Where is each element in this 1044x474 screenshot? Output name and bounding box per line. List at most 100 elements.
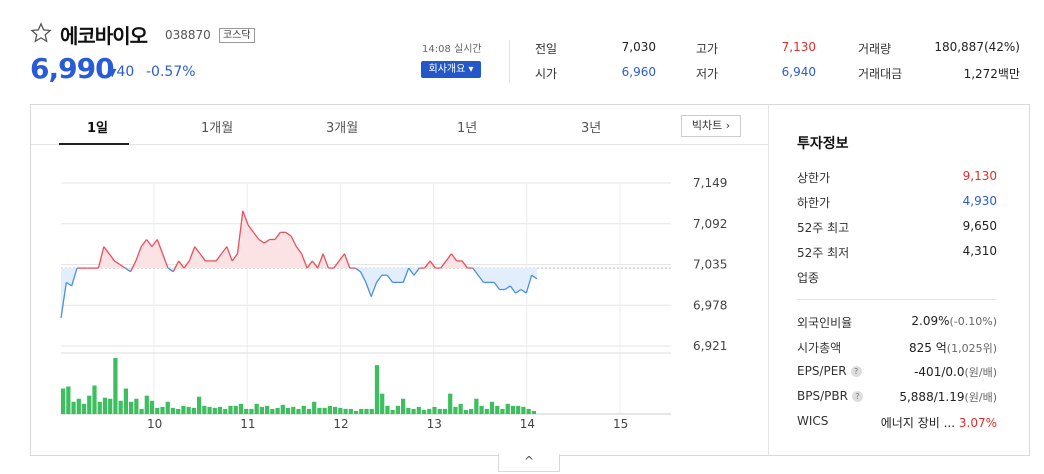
- tab-1day[interactable]: 1일: [87, 117, 108, 136]
- tab-3year[interactable]: 3년: [581, 117, 601, 136]
- volume-bar: [197, 396, 202, 414]
- volume-bar: [265, 405, 270, 414]
- volume-bar: [484, 408, 489, 414]
- low-52w-value: 4,310: [962, 244, 997, 258]
- low-value: 6,940: [781, 65, 816, 79]
- volume-bar: [244, 408, 249, 414]
- x-tick-label: 12: [333, 417, 348, 431]
- amount-label: 거래대금: [858, 67, 903, 81]
- volume-bar: [526, 408, 531, 414]
- upper-limit-label: 상한가: [797, 171, 831, 185]
- volume-bar: [155, 407, 160, 414]
- volume-bar: [71, 401, 76, 414]
- collapse-button[interactable]: ^: [498, 454, 560, 472]
- current-price: 6,990: [30, 52, 115, 85]
- volume-bar: [385, 405, 390, 414]
- big-chart-button[interactable]: 빅차트 ›: [681, 115, 741, 137]
- volume-bar: [369, 408, 374, 414]
- volume-bar: [170, 407, 176, 414]
- price-area-up: [61, 210, 537, 269]
- x-tick-label: 13: [427, 417, 442, 431]
- volume-bar: [123, 388, 128, 414]
- eps-per-row: EPS/PER? -401/0.0(원/배): [797, 364, 997, 389]
- low-52w-row: 52주 최저 4,310: [797, 244, 997, 269]
- volume-bar: [233, 405, 238, 414]
- volume-value: 180,887(42%): [934, 40, 1020, 54]
- upper-limit-value: 9,130: [962, 169, 997, 183]
- open-label: 시가: [535, 67, 558, 81]
- price-area-down: [61, 268, 537, 319]
- volume-bar: [421, 409, 427, 414]
- volume-bar: [453, 406, 458, 414]
- eps-per-unit: (원/배): [964, 366, 997, 379]
- volume-bar: [254, 403, 259, 414]
- tab-1year[interactable]: 1년: [457, 117, 477, 136]
- volume-bar: [500, 408, 505, 414]
- price-change: ▼40: [108, 64, 134, 80]
- stock-header: 에코바이오 038870 코스닥 6,990 ▼40 -0.57% 14:08 …: [0, 0, 1044, 100]
- volume-bar: [469, 408, 474, 414]
- volume-bar: [134, 398, 139, 414]
- volume-bar: [102, 397, 108, 414]
- market-badge: 코스닥: [219, 28, 255, 43]
- company-overview-button[interactable]: 회사개요 ▾: [421, 61, 481, 78]
- wics-value[interactable]: 에너지 장비 ...: [881, 416, 955, 430]
- volume-bar: [181, 405, 186, 414]
- volume-bar: [374, 365, 380, 414]
- help-icon[interactable]: ?: [850, 366, 862, 377]
- volume-bar: [479, 405, 484, 414]
- volume-bar: [359, 408, 364, 414]
- volume-bar: [474, 398, 479, 414]
- volume-bar: [437, 408, 442, 414]
- volume-bar: [92, 385, 97, 414]
- volume-bar: [416, 406, 421, 414]
- volume-bar: [129, 401, 134, 414]
- help-icon[interactable]: ?: [851, 391, 863, 402]
- volume-bar: [338, 407, 343, 414]
- volume-bar: [191, 407, 196, 414]
- volume-bar: [390, 409, 395, 414]
- wics-pct: 3.07%: [958, 416, 997, 430]
- volume-bar: [61, 388, 66, 414]
- volume-bar: [301, 405, 306, 414]
- volume-bar: [312, 401, 317, 414]
- volume-bar: [322, 407, 327, 414]
- volume-bar: [238, 403, 244, 414]
- volume-bar: [380, 393, 385, 414]
- low-label: 저가: [696, 67, 719, 81]
- tab-1month[interactable]: 1개월: [201, 117, 233, 136]
- high-52w-row: 52주 최고 9,650: [797, 219, 997, 244]
- tab-3month[interactable]: 3개월: [326, 117, 358, 136]
- market-cap-label: 시가총액: [797, 341, 842, 355]
- volume-bar: [463, 409, 468, 414]
- eps-per-value: -401/0.0: [914, 365, 965, 379]
- volume-bar: [113, 358, 118, 414]
- foreign-ratio-sub: (-0.10%): [949, 315, 998, 328]
- volume-bar: [118, 400, 123, 414]
- change-value: 40: [116, 64, 135, 80]
- panel-divider: [768, 105, 769, 455]
- volume-bar: [505, 403, 510, 414]
- bps-pbr-label: BPS/PBR: [797, 389, 848, 403]
- market-cap-rank: (1,025위): [946, 342, 997, 355]
- x-tick-label: 10: [147, 417, 162, 431]
- x-tick-label: 11: [240, 417, 255, 431]
- bps-pbr-value: 5,888/1.19: [899, 390, 965, 404]
- volume-bar: [280, 404, 285, 414]
- volume-bar: [66, 386, 71, 414]
- volume-bar: [139, 408, 144, 414]
- volume-bar: [495, 405, 500, 414]
- upper-limit-row: 상한가 9,130: [797, 169, 997, 194]
- intraday-chart[interactable]: 7,149 7,092 7,035 6,978 6,921 10 11 12 13 14 15: [31, 146, 767, 454]
- foreign-ratio-value: 2.09%: [911, 314, 950, 328]
- high-52w-value: 9,650: [962, 219, 997, 233]
- volume-bar: [296, 408, 301, 414]
- favorite-star-icon[interactable]: [30, 22, 52, 44]
- volume-bar: [165, 401, 170, 414]
- sector-row: 업종: [797, 269, 997, 294]
- volume-bar: [406, 407, 411, 414]
- foreign-ratio-row: 외국인비율 2.09%(-0.10%): [797, 314, 997, 339]
- active-tab-indicator: [59, 143, 129, 145]
- high-label: 고가: [696, 42, 719, 56]
- volume-bar: [343, 408, 348, 414]
